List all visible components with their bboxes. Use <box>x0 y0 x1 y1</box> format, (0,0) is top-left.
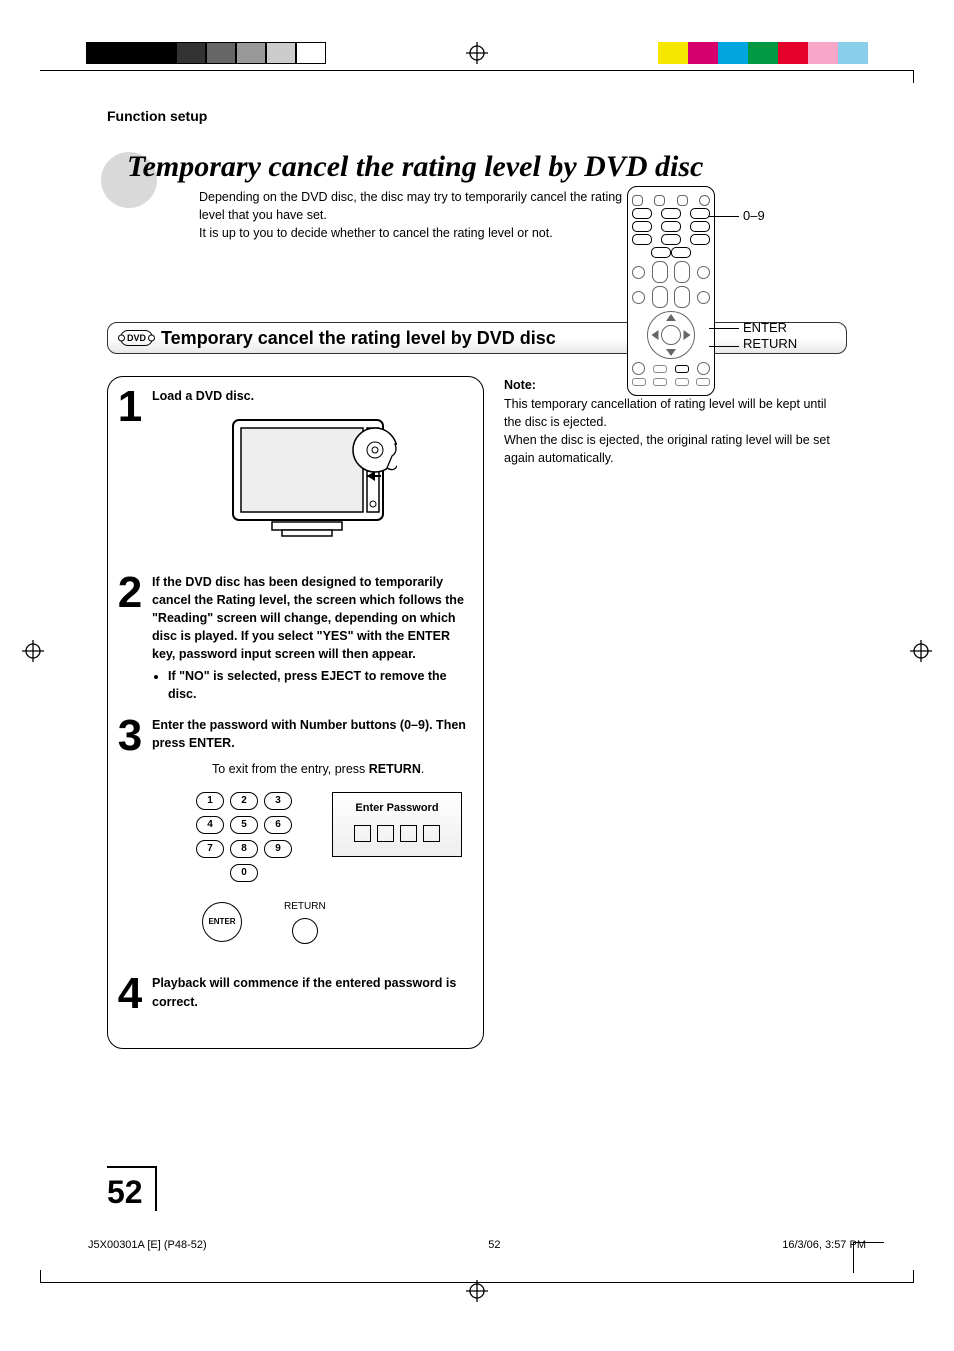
page-title: Temporary cancel the rating level by DVD… <box>127 150 703 184</box>
password-slot <box>400 825 417 842</box>
registration-mark-bottom-icon <box>466 1280 488 1305</box>
footer-center: 52 <box>488 1239 500 1251</box>
password-title: Enter Password <box>333 801 461 817</box>
intro-line-2: It is up to you to decide whether to can… <box>199 224 629 242</box>
key-4[interactable]: 4 <box>196 816 224 834</box>
password-slot <box>354 825 371 842</box>
password-slot <box>423 825 440 842</box>
registration-mark-icon <box>466 42 488 64</box>
key-8[interactable]: 8 <box>230 840 258 858</box>
step-4: 4 Playback will commence if the entered … <box>116 974 471 1014</box>
step-2-text: If the DVD disc has been designed to tem… <box>152 573 471 664</box>
crop-corner-icon <box>853 1242 884 1273</box>
registration-mark-right-icon <box>910 640 932 665</box>
intro-line-1: Depending on the DVD disc, the disc may … <box>199 188 629 224</box>
crop-rule-top <box>40 70 914 83</box>
key-0[interactable]: 0 <box>230 864 258 882</box>
note-line-1: This temporary cancellation of rating le… <box>504 395 847 431</box>
step-2-bullet: If "NO" is selected, press EJECT to remo… <box>168 667 471 703</box>
tv-dvd-illustration-icon <box>227 414 397 549</box>
step-4-text: Playback will commence if the entered pa… <box>152 974 471 1010</box>
color-swatches <box>658 42 868 64</box>
key-5[interactable]: 5 <box>230 816 258 834</box>
subtitle: Temporary cancel the rating level by DVD… <box>161 328 556 349</box>
period: . <box>421 762 424 776</box>
footer-left: J5X00301A [E] (P48-52) <box>88 1239 207 1251</box>
page-number: 52 <box>107 1166 157 1211</box>
step-2: 2 If the DVD disc has been designed to t… <box>116 573 471 704</box>
step-number: 3 <box>116 716 144 945</box>
step-3: 3 Enter the password with Number buttons… <box>116 716 471 945</box>
remote-illustration: 0–9 ENTER RETURN <box>627 186 797 396</box>
key-2[interactable]: 2 <box>230 792 258 810</box>
printer-marks-top <box>0 42 954 64</box>
key-7[interactable]: 7 <box>196 840 224 858</box>
key-1[interactable]: 1 <box>196 792 224 810</box>
step-number: 1 <box>116 387 144 560</box>
registration-mark-left-icon <box>22 640 44 665</box>
note-line-2: When the disc is ejected, the original r… <box>504 431 847 467</box>
remote-label-return: RETURN <box>743 336 797 351</box>
step-3-text: Enter the password with Number buttons (… <box>152 716 471 752</box>
dvd-chip-icon: DVD <box>120 330 153 346</box>
key-6[interactable]: 6 <box>264 816 292 834</box>
step-number: 4 <box>116 974 144 1014</box>
grayscale-swatches <box>86 42 326 64</box>
step-3-return: RETURN <box>369 762 421 776</box>
return-button[interactable] <box>292 918 318 944</box>
enter-button[interactable]: ENTER <box>202 902 242 942</box>
remote-label-enter: ENTER <box>743 320 787 335</box>
password-panel: Enter Password <box>332 792 462 857</box>
password-slot <box>377 825 394 842</box>
key-9[interactable]: 9 <box>264 840 292 858</box>
steps-panel: 1 Load a DVD disc. <box>107 376 484 1049</box>
key-3[interactable]: 3 <box>264 792 292 810</box>
return-label: RETURN <box>284 900 326 915</box>
step-number: 2 <box>116 573 144 704</box>
remote-label-keypad: 0–9 <box>743 208 765 223</box>
footer-meta: J5X00301A [E] (P48-52) 52 16/3/06, 3:57 … <box>88 1239 866 1251</box>
step-1: 1 Load a DVD disc. <box>116 387 471 560</box>
number-keypad: 1 2 3 4 5 6 7 <box>196 792 292 882</box>
section-header: Function setup <box>107 108 847 124</box>
step-1-text: Load a DVD disc. <box>152 387 471 405</box>
step-3-sub: To exit from the entry, press <box>212 762 369 776</box>
note-heading: Note: <box>504 378 536 392</box>
